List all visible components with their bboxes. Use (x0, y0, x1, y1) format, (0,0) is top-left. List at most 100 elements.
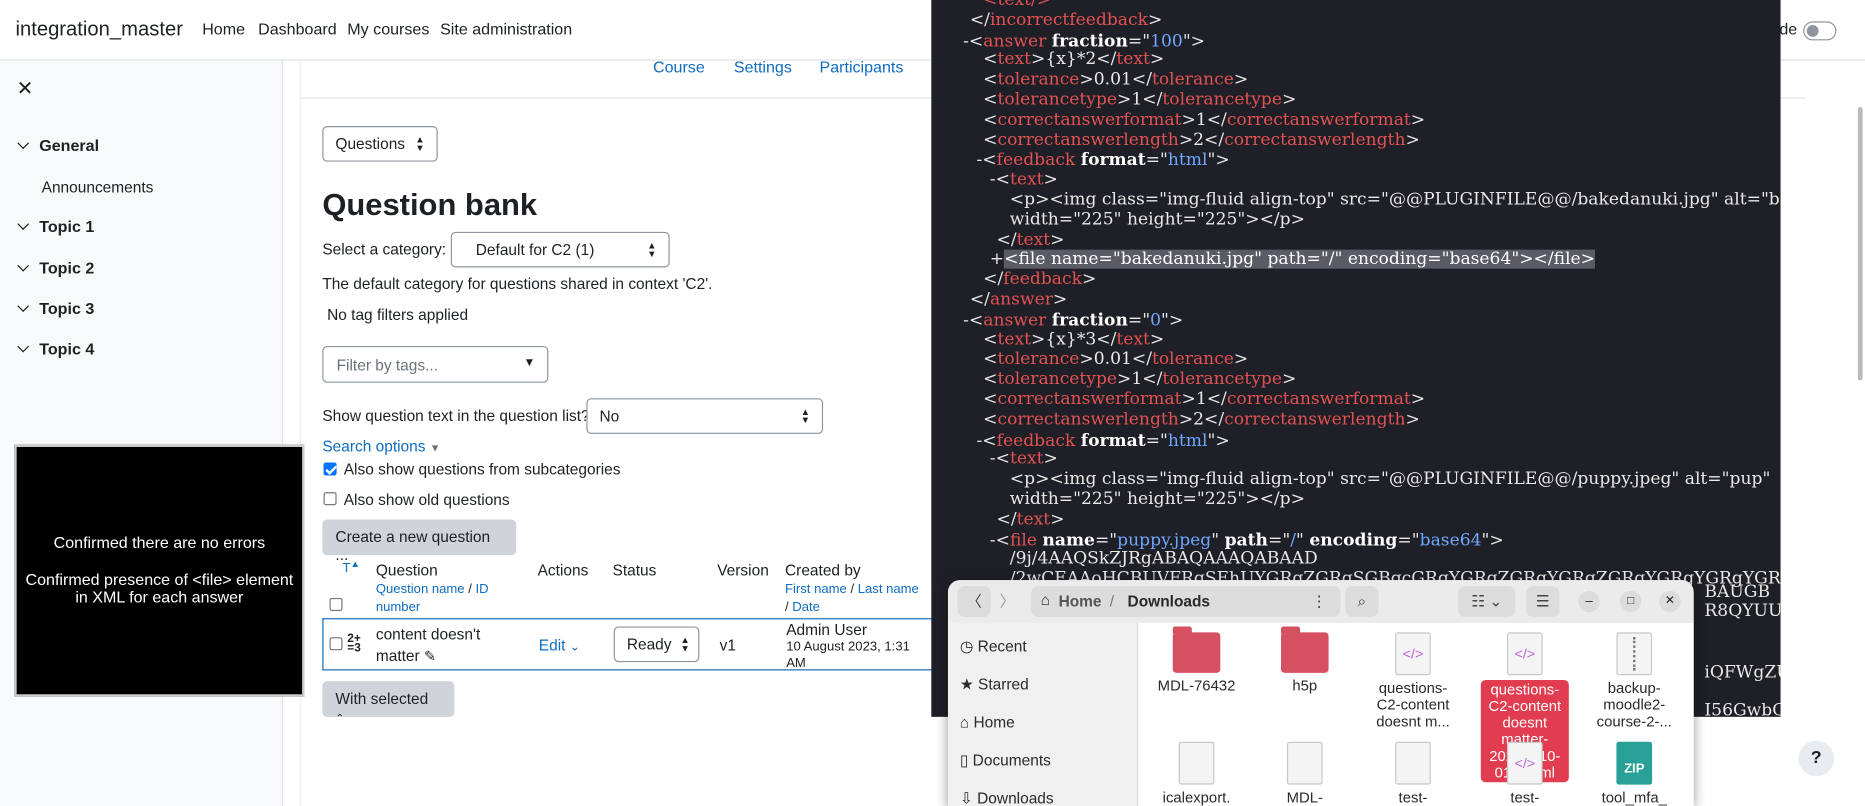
question-name[interactable]: content doesn't matter ✎ (376, 624, 480, 667)
edit-menu[interactable]: Edit ⌄ (539, 636, 580, 654)
sort-by-question-name[interactable]: Question name (376, 583, 465, 597)
xml-token: -< (976, 431, 997, 451)
hamburger-menu-icon[interactable]: ☰ (1526, 586, 1560, 617)
file-item-archive[interactable]: backup-moodle2-course-2-... (1590, 632, 1678, 730)
xml-token: text (997, 330, 1032, 350)
file-item-xml[interactable]: </> questions-C2-content doesnt m... (1369, 632, 1457, 730)
xml-token: encoding (1309, 529, 1398, 550)
row-checkbox[interactable] (329, 637, 343, 651)
sort-by-last-name[interactable]: Last name (858, 583, 919, 597)
xml-token: </ (996, 509, 1017, 529)
maximize-button[interactable]: □ (1619, 590, 1642, 613)
create-question-button[interactable]: Create a new question ... (322, 519, 517, 563)
sort-by-first-name[interactable]: First name (785, 583, 847, 597)
subcategories-checkbox[interactable] (323, 462, 337, 476)
file-item-zip[interactable]: ZIP tool_mfa_ (1590, 741, 1678, 806)
xml-line: </feedback> (983, 270, 1096, 290)
sort-separator: / (464, 582, 476, 597)
back-button[interactable]: 〈 (957, 586, 991, 617)
text-file-icon (1395, 741, 1431, 785)
close-drawer-icon[interactable]: ✕ (17, 77, 34, 101)
section-topic-2[interactable]: Topic 2 (17, 259, 94, 277)
annotation-note: Confirmed there are no errors Confirmed … (14, 444, 305, 697)
section-topic-3[interactable]: Topic 3 (17, 300, 94, 317)
help-button[interactable]: ? (1798, 740, 1835, 777)
tab-participants[interactable]: Participants (820, 58, 904, 76)
xml-token: >0.01</ (1079, 349, 1152, 369)
xml-line: <tolerancetype>1</tolerancetype> (983, 370, 1296, 390)
sidebar-item-home[interactable]: ⌂ Home (960, 713, 1015, 731)
file-item-document[interactable]: icalexport. (1153, 741, 1241, 806)
xml-token: answer (983, 31, 1047, 51)
xml-token: </ (983, 270, 1004, 290)
sidebar-label: Documents (972, 751, 1051, 770)
sort-by-id[interactable]: ID (476, 583, 489, 597)
tab-course[interactable]: Course (653, 58, 705, 76)
sort-by-type-header[interactable]: T▲ (343, 559, 360, 576)
nav-site-administration-link[interactable]: Site administration (440, 20, 572, 38)
select-all-checkbox[interactable] (329, 597, 343, 612)
page-scrollbar[interactable] (1857, 106, 1863, 381)
tab-settings[interactable]: Settings (734, 58, 792, 76)
with-selected-button[interactable]: With selected ⌃ (322, 681, 455, 724)
status-select[interactable]: Ready ▲ ▼ (613, 626, 700, 663)
category-select[interactable]: Default for C2 (1) ▲ ▼ (450, 231, 670, 268)
path-menu-button[interactable]: ⋮ (1302, 586, 1336, 617)
minimize-button[interactable]: – (1578, 590, 1600, 613)
item-announcements[interactable]: Announcements (42, 178, 154, 196)
xml-token: >0.01</ (1079, 70, 1152, 90)
path-home[interactable]: Home (1059, 592, 1102, 610)
chevron-down-icon (17, 218, 30, 230)
nav-dashboard-link[interactable]: Dashboard (258, 20, 337, 38)
xml-token: < (983, 409, 998, 429)
created-date-line1: 10 August 2023, 1:31 (786, 639, 910, 654)
xml-line: -<answer fraction="0"> (963, 310, 1183, 330)
xml-token: > (1052, 290, 1068, 310)
nav-home-link[interactable]: Home (202, 20, 245, 38)
xml-token: > (1281, 369, 1297, 389)
nav-my-courses-link[interactable]: My courses (347, 20, 429, 38)
xml-token: < (983, 110, 998, 130)
forward-button[interactable]: 〉 (991, 586, 1024, 617)
sort-by-date[interactable]: Date (792, 600, 820, 614)
path-current[interactable]: Downloads (1128, 592, 1210, 610)
xml-token: width="225" height="225"></p> (1009, 489, 1305, 509)
file-item-document[interactable]: test- (1369, 741, 1457, 806)
file-item-xml[interactable]: </> test- (1481, 741, 1569, 806)
section-topic-1[interactable]: Topic 1 (17, 218, 94, 235)
xml-token: > (1233, 70, 1249, 90)
xml-line: -<text> (990, 170, 1058, 190)
edit-pencil-icon[interactable]: ✎ (424, 648, 436, 665)
file-item-folder[interactable]: MDL-76432 (1153, 626, 1241, 694)
search-options-link[interactable]: Search options ▼ (322, 437, 440, 455)
file-item-folder[interactable]: h5p (1261, 626, 1349, 694)
sidebar-item-recent[interactable]: ◷ Recent (960, 637, 1027, 656)
sidebar-item-starred[interactable]: ★ Starred (960, 675, 1029, 694)
edit-mode-toggle[interactable] (1803, 21, 1837, 41)
view-list-button[interactable]: ☷ ⌄ (1458, 586, 1516, 617)
xml-line: /9j/4AAQSkZJRgABAQAAAQABAAD (1010, 550, 1318, 570)
document-icon: ▯ (959, 751, 969, 770)
sidebar-item-downloads[interactable]: ⇩ Downloads (960, 789, 1054, 806)
caret-down-icon: ▼ (429, 442, 441, 455)
question-bank-nav-select[interactable]: Questions ▲ ▼ (322, 126, 438, 162)
xml-line-fragment: I56GwbGB (1704, 701, 1780, 717)
show-question-text-label: Show question text in the question list? (322, 406, 590, 425)
close-window-button[interactable]: ✕ (1659, 590, 1681, 613)
xml-token: html (1167, 431, 1208, 451)
old-questions-checkbox[interactable] (323, 492, 337, 506)
search-icon[interactable]: ⌕ (1345, 586, 1379, 617)
sort-by-id-number[interactable]: number (376, 600, 420, 614)
section-topic-4[interactable]: Topic 4 (17, 340, 94, 358)
path-bar[interactable]: ⌂ Home / Downloads (1031, 586, 1341, 617)
xml-token: format (1080, 150, 1146, 171)
section-general[interactable]: General (17, 137, 99, 155)
xml-token: < (983, 90, 998, 110)
xml-token: answer (983, 311, 1047, 331)
site-name[interactable]: integration_master (15, 18, 182, 42)
xml-token: </ (996, 230, 1017, 250)
sidebar-item-documents[interactable]: ▯ Documents (960, 751, 1051, 770)
show-question-text-select[interactable]: No ▲ ▼ (586, 398, 824, 434)
tag-filter-input[interactable]: Filter by tags... ▼ (322, 345, 549, 383)
file-item-document[interactable]: MDL- (1261, 741, 1349, 806)
